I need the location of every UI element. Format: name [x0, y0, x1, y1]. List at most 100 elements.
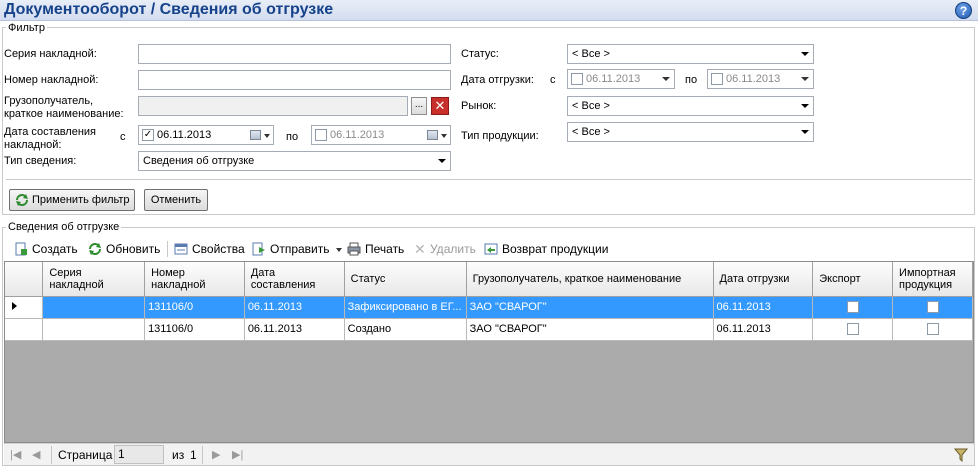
column-header[interactable]: Статус	[344, 262, 467, 297]
chevron-down-icon[interactable]	[336, 248, 342, 252]
cell-import[interactable]	[892, 318, 973, 341]
column-header[interactable]: Номер накладной	[144, 262, 245, 297]
apply-filter-label: Применить фильтр	[32, 194, 130, 206]
pager-separator	[202, 446, 203, 464]
first-page-icon[interactable]: |◀	[10, 448, 21, 461]
cell-consignee[interactable]: ЗАО "СВАРОГ"	[466, 318, 714, 341]
last-page-icon[interactable]: ▶|	[232, 448, 243, 461]
table-row[interactable]: 131106/0 06.11.2013 Зафиксировано в ЕГ..…	[5, 296, 973, 319]
cell-ship-date[interactable]: 06.11.2013	[713, 296, 814, 319]
row-header-corner	[5, 262, 44, 297]
info-type-label: Тип сведения:	[4, 155, 77, 167]
printer-icon	[347, 242, 361, 256]
chevron-down-icon	[438, 159, 446, 163]
ship-from-picker[interactable]: 06.11.2013	[567, 69, 675, 89]
refresh-button[interactable]: Обновить	[86, 238, 164, 260]
cell-date[interactable]: 06.11.2013	[244, 296, 345, 319]
chevron-down-icon[interactable]	[801, 77, 809, 81]
properties-button[interactable]: Свойства	[172, 238, 246, 260]
return-products-label: Возврат продукции	[502, 242, 609, 256]
ship-from-checkbox[interactable]	[571, 73, 583, 85]
date-made-to-picker[interactable]: 06.11.2013	[311, 125, 451, 145]
return-products-button[interactable]: Возврат продукции	[482, 238, 612, 260]
import-checkbox[interactable]	[926, 323, 939, 336]
next-page-icon[interactable]: ▶	[212, 448, 220, 461]
shipments-table: Серия накладной Номер накладной Дата сос…	[5, 262, 973, 341]
consignee-label-line2: краткое наименование:	[4, 108, 124, 120]
delete-icon: ✕	[414, 241, 426, 257]
market-value: < Все >	[572, 100, 610, 112]
cell-import[interactable]	[892, 296, 973, 319]
column-header[interactable]: Серия накладной	[42, 262, 146, 297]
column-header[interactable]: Дата составления	[244, 262, 345, 297]
series-input[interactable]	[138, 44, 451, 64]
send-icon	[252, 242, 265, 256]
ship-date-label: Дата отгрузки:	[461, 74, 534, 86]
chevron-down-icon	[801, 130, 809, 134]
cell-consignee[interactable]: ЗАО "СВАРОГ"	[466, 296, 714, 319]
of-label: из	[172, 448, 185, 462]
cell-export[interactable]	[812, 318, 894, 341]
print-button[interactable]: Печать	[345, 238, 407, 260]
ship-to-picker[interactable]: 06.11.2013	[707, 69, 814, 89]
clear-consignee-icon[interactable]: ✕	[431, 97, 449, 115]
properties-icon	[174, 243, 188, 255]
browse-consignee-button[interactable]: ...	[411, 97, 427, 115]
date-made-from-checkbox[interactable]: ✓	[142, 129, 154, 141]
series-label: Серия накладной:	[4, 48, 97, 60]
refresh-icon	[89, 243, 101, 255]
delete-button[interactable]: ✕ Удалить	[410, 238, 480, 260]
cancel-filter-button[interactable]: Отменить	[144, 189, 208, 211]
cell-number[interactable]: 131106/0	[144, 318, 245, 341]
send-button[interactable]: Отправить	[250, 238, 342, 260]
date-made-to-checkbox[interactable]	[315, 129, 327, 141]
number-input[interactable]	[138, 70, 451, 90]
create-button[interactable]: Создать	[12, 238, 78, 260]
column-header[interactable]: Дата отгрузки	[713, 262, 814, 297]
print-label: Печать	[365, 242, 405, 256]
calendar-icon[interactable]	[427, 130, 438, 140]
status-select[interactable]: < Все >	[567, 44, 814, 64]
cell-date[interactable]: 06.11.2013	[244, 318, 345, 341]
cell-series[interactable]	[42, 296, 146, 319]
ship-from-value: 06.11.2013	[586, 73, 641, 85]
prev-page-icon[interactable]: ◀	[32, 448, 40, 461]
chevron-down-icon[interactable]	[662, 77, 670, 81]
filter-legend: Фильтр	[6, 22, 47, 34]
export-checkbox[interactable]	[846, 323, 859, 336]
total-pages: 1	[190, 448, 197, 462]
cell-status[interactable]: Создано	[344, 318, 467, 341]
info-type-select[interactable]: Сведения об отгрузке	[138, 151, 451, 171]
row-indicator[interactable]	[5, 296, 44, 319]
toolbar-separator	[167, 241, 168, 257]
export-checkbox[interactable]	[846, 301, 859, 314]
chevron-down-icon[interactable]	[264, 134, 270, 138]
page-input[interactable]: 1	[114, 445, 164, 464]
ship-to-checkbox[interactable]	[711, 73, 723, 85]
date-made-to-value: 06.11.2013	[330, 129, 385, 141]
shipments-grid: Серия накладной Номер накладной Дата сос…	[4, 261, 974, 443]
results-legend: Сведения об отгрузке	[6, 221, 122, 233]
column-header[interactable]: Грузополучатель, краткое наименование	[466, 262, 714, 297]
product-type-select[interactable]: < Все >	[567, 122, 814, 142]
row-indicator[interactable]	[5, 318, 44, 341]
ship-to-label: по	[685, 74, 698, 86]
chevron-down-icon[interactable]	[441, 134, 447, 138]
cell-number[interactable]: 131106/0	[144, 296, 245, 319]
cell-export[interactable]	[812, 296, 894, 319]
date-made-from-picker[interactable]: ✓ 06.11.2013	[138, 125, 274, 145]
calendar-icon[interactable]	[250, 130, 261, 140]
table-row[interactable]: 131106/0 06.11.2013 Создано ЗАО "СВАРОГ"…	[5, 318, 973, 341]
column-header[interactable]: Экспорт	[812, 262, 894, 297]
help-icon[interactable]: ?	[955, 2, 972, 19]
filter-icon[interactable]	[954, 448, 968, 462]
cell-series[interactable]	[42, 318, 146, 341]
import-checkbox[interactable]	[926, 301, 939, 314]
cell-ship-date[interactable]: 06.11.2013	[713, 318, 814, 341]
status-label: Статус:	[461, 48, 499, 60]
cell-status[interactable]: Зафиксировано в ЕГ...	[344, 296, 467, 319]
market-select[interactable]: < Все >	[567, 96, 814, 116]
apply-filter-button[interactable]: Применить фильтр	[9, 189, 135, 211]
column-header[interactable]: Импортная продукция	[892, 262, 973, 297]
consignee-input[interactable]	[138, 96, 408, 116]
